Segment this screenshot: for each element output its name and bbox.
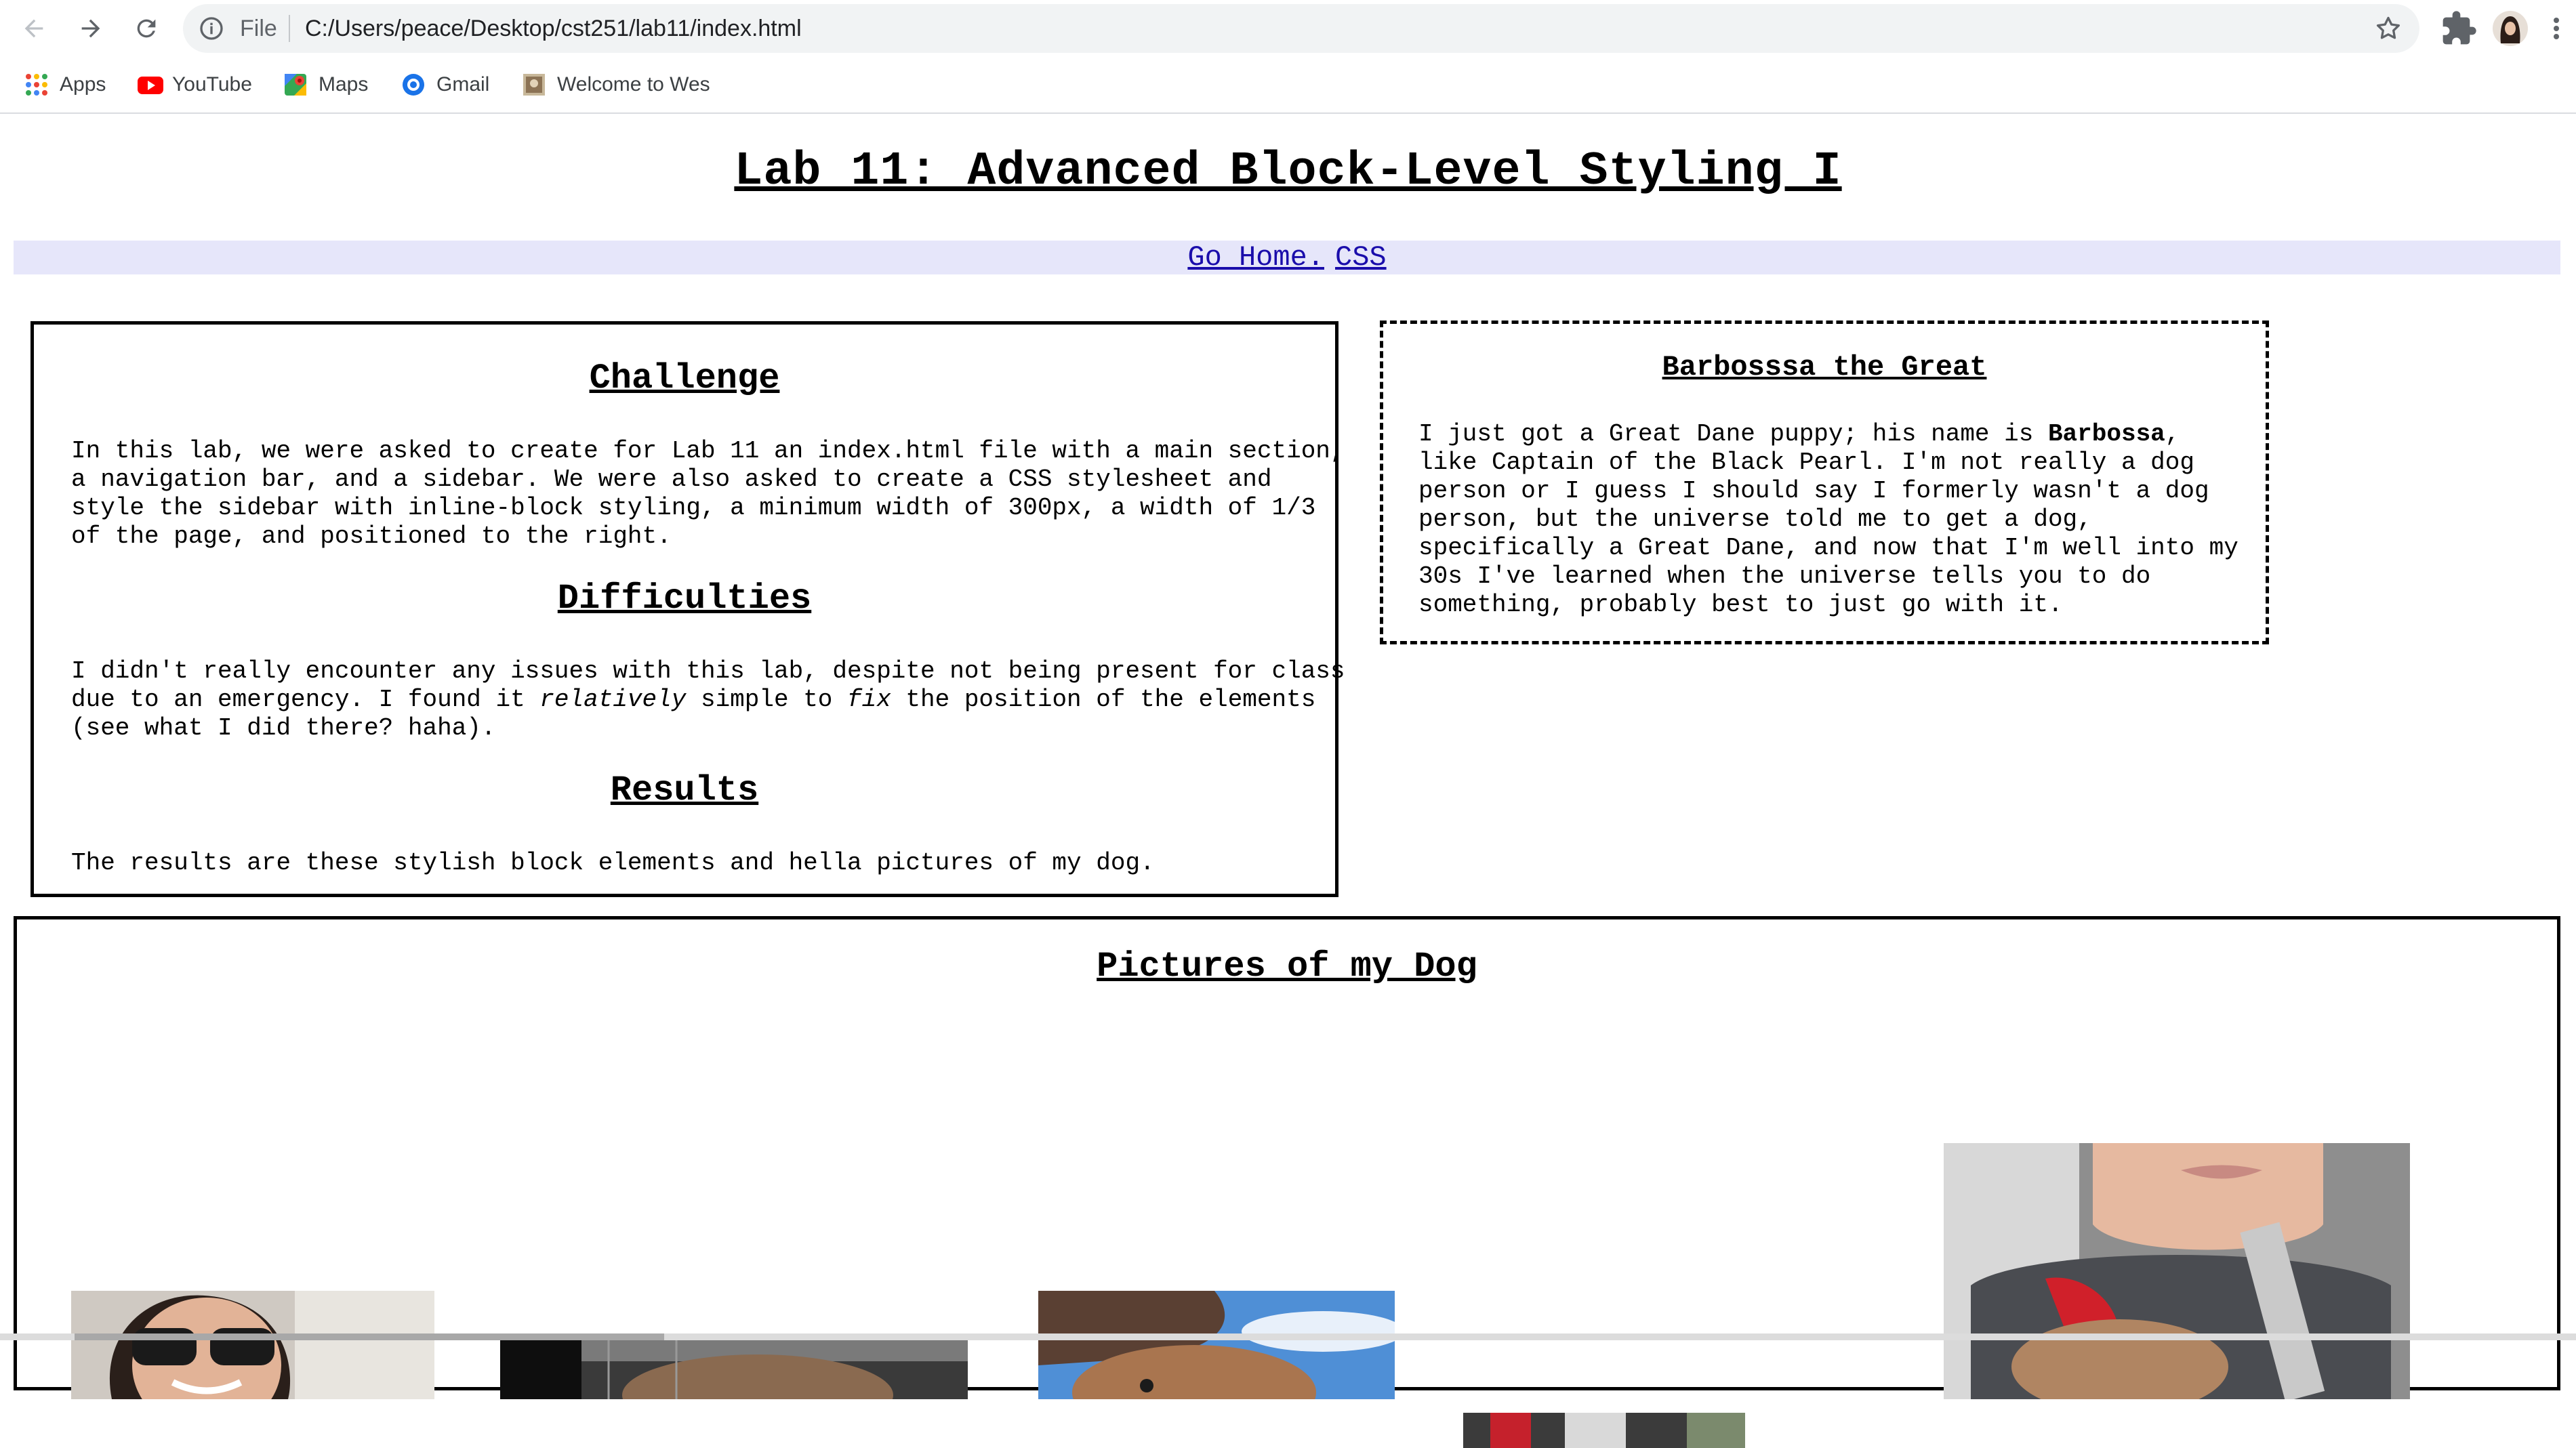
gmail-icon: [401, 73, 426, 97]
profile-avatar[interactable]: [2491, 9, 2529, 47]
emphasis-relatively: relatively: [539, 686, 687, 713]
bookmark-welcome[interactable]: Welcome to Wes: [522, 57, 710, 112]
forward-arrow-icon[interactable]: [72, 9, 110, 47]
menu-kebab-icon[interactable]: [2543, 9, 2570, 47]
dog-pictures-section: Pictures of my Dog: [14, 916, 2560, 1448]
reload-icon[interactable]: [127, 9, 165, 47]
bookmark-label: YouTube: [172, 73, 252, 96]
youtube-icon: [137, 73, 163, 97]
photo-selfie-car: [71, 1291, 434, 1399]
sidebar-text-part: , like Captain of the Black Pearl. I'm n…: [1418, 420, 2238, 619]
omnibox-divider: [289, 15, 290, 42]
bookmark-gmail[interactable]: Gmail: [401, 57, 489, 112]
sidebar: Barbosssa the Great I just got a Great D…: [1380, 320, 2269, 644]
navigation-bar: Go Home. CSS: [14, 241, 2560, 274]
difficulties-text: I didn't really encounter any issues wit…: [71, 657, 1359, 743]
apps-grid-icon: [24, 73, 49, 97]
bookmark-apps[interactable]: Apps: [24, 57, 106, 112]
results-text: The results are these stylish block elem…: [71, 849, 1155, 877]
photo-boy-holding-puppy: [1944, 1143, 2410, 1399]
bookmark-label: Gmail: [436, 73, 490, 96]
bookmark-youtube[interactable]: YouTube: [137, 57, 252, 112]
bookmark-label: Maps: [319, 73, 369, 96]
heading-results: Results: [610, 770, 759, 810]
bookmark-label: Welcome to Wes: [557, 73, 710, 96]
scrollbar-thumb[interactable]: [75, 1333, 664, 1340]
url-text[interactable]: C:/Users/peace/Desktop/cst251/lab11/inde…: [305, 4, 802, 53]
bookmark-star-icon[interactable]: [2373, 14, 2403, 43]
bookmarks-bar: Apps YouTube Maps Gmail Welcome to Wes: [0, 57, 2576, 114]
gallery-heading: Pictures of my Dog: [1097, 947, 1477, 987]
site-favicon: [522, 73, 546, 97]
bookmark-label: Apps: [60, 73, 106, 96]
page-title: Lab 11: Advanced Block-Level Styling I: [734, 145, 1842, 199]
sidebar-text-part: I just got a Great Dane puppy; his name …: [1418, 420, 2048, 448]
bookmark-maps[interactable]: Maps: [283, 57, 368, 112]
photo-dog-crate: [500, 1334, 968, 1399]
photo-dog-blanket: [1463, 1413, 1745, 1448]
heading-challenge: Challenge: [589, 358, 780, 398]
difficulties-text-part: simple to: [686, 686, 847, 713]
extensions-puzzle-icon[interactable]: [2440, 9, 2478, 47]
sidebar-heading: Barbosssa the Great: [1662, 351, 1987, 384]
address-bar[interactable]: File C:/Users/peace/Desktop/cst251/lab11…: [183, 4, 2419, 53]
url-scheme-label: File: [240, 16, 277, 41]
back-arrow-icon[interactable]: [15, 9, 53, 47]
bold-barbossa: Barbossa: [2047, 420, 2165, 448]
info-icon[interactable]: [198, 15, 225, 42]
main-section: Challenge In this lab, we were asked to …: [30, 321, 1345, 897]
web-page: Lab 11: Advanced Block-Level Styling I G…: [0, 114, 2576, 1448]
challenge-text: In this lab, we were asked to create for…: [71, 437, 1345, 550]
nav-link-home[interactable]: Go Home.: [1187, 241, 1324, 274]
nav-link-css[interactable]: CSS: [1335, 241, 1387, 274]
heading-difficulties: Difficulties: [557, 579, 812, 619]
photo-dog-sky: [1038, 1291, 1395, 1399]
emphasis-fix: fix: [847, 686, 891, 713]
browser-toolbar: File C:/Users/peace/Desktop/cst251/lab11…: [0, 0, 2576, 57]
maps-icon: [283, 73, 308, 97]
sidebar-text: I just got a Great Dane puppy; his name …: [1418, 420, 2252, 619]
